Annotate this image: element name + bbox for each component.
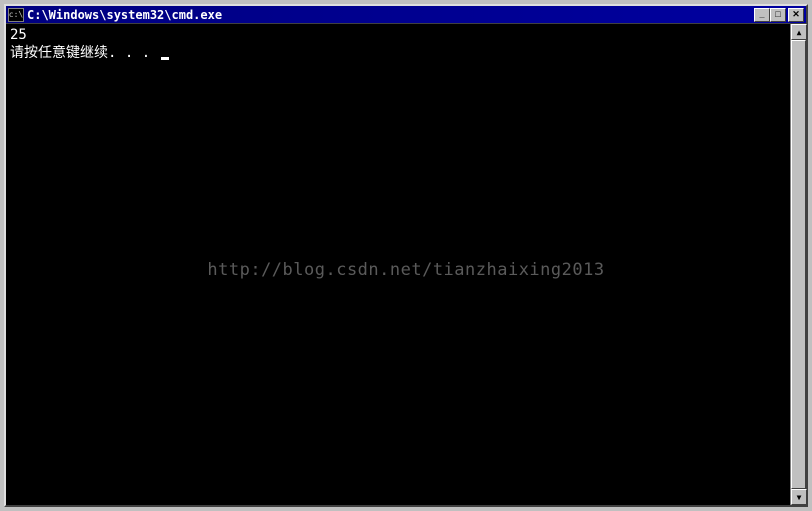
window-title: C:\Windows\system32\cmd.exe <box>27 8 754 22</box>
scroll-track[interactable] <box>791 40 806 489</box>
window-controls: _ □ ✕ <box>754 8 804 22</box>
scroll-down-button[interactable]: ▼ <box>791 489 807 505</box>
cmd-window: c:\ C:\Windows\system32\cmd.exe _ □ ✕ 25… <box>4 4 808 507</box>
scroll-up-button[interactable]: ▲ <box>791 24 807 40</box>
maximize-button[interactable]: □ <box>770 8 786 22</box>
scroll-thumb[interactable] <box>791 40 806 489</box>
terminal-output[interactable]: 25 请按任意键继续. . . <box>6 24 806 505</box>
output-line-2: 请按任意键继续. . . <box>10 44 802 62</box>
cmd-icon: c:\ <box>8 8 24 22</box>
vertical-scrollbar[interactable]: ▲ ▼ <box>790 24 806 505</box>
close-button[interactable]: ✕ <box>788 8 804 22</box>
output-line-1: 25 <box>10 26 802 44</box>
minimize-button[interactable]: _ <box>754 8 770 22</box>
cursor-icon <box>161 57 169 60</box>
title-bar[interactable]: c:\ C:\Windows\system32\cmd.exe _ □ ✕ <box>6 6 806 24</box>
